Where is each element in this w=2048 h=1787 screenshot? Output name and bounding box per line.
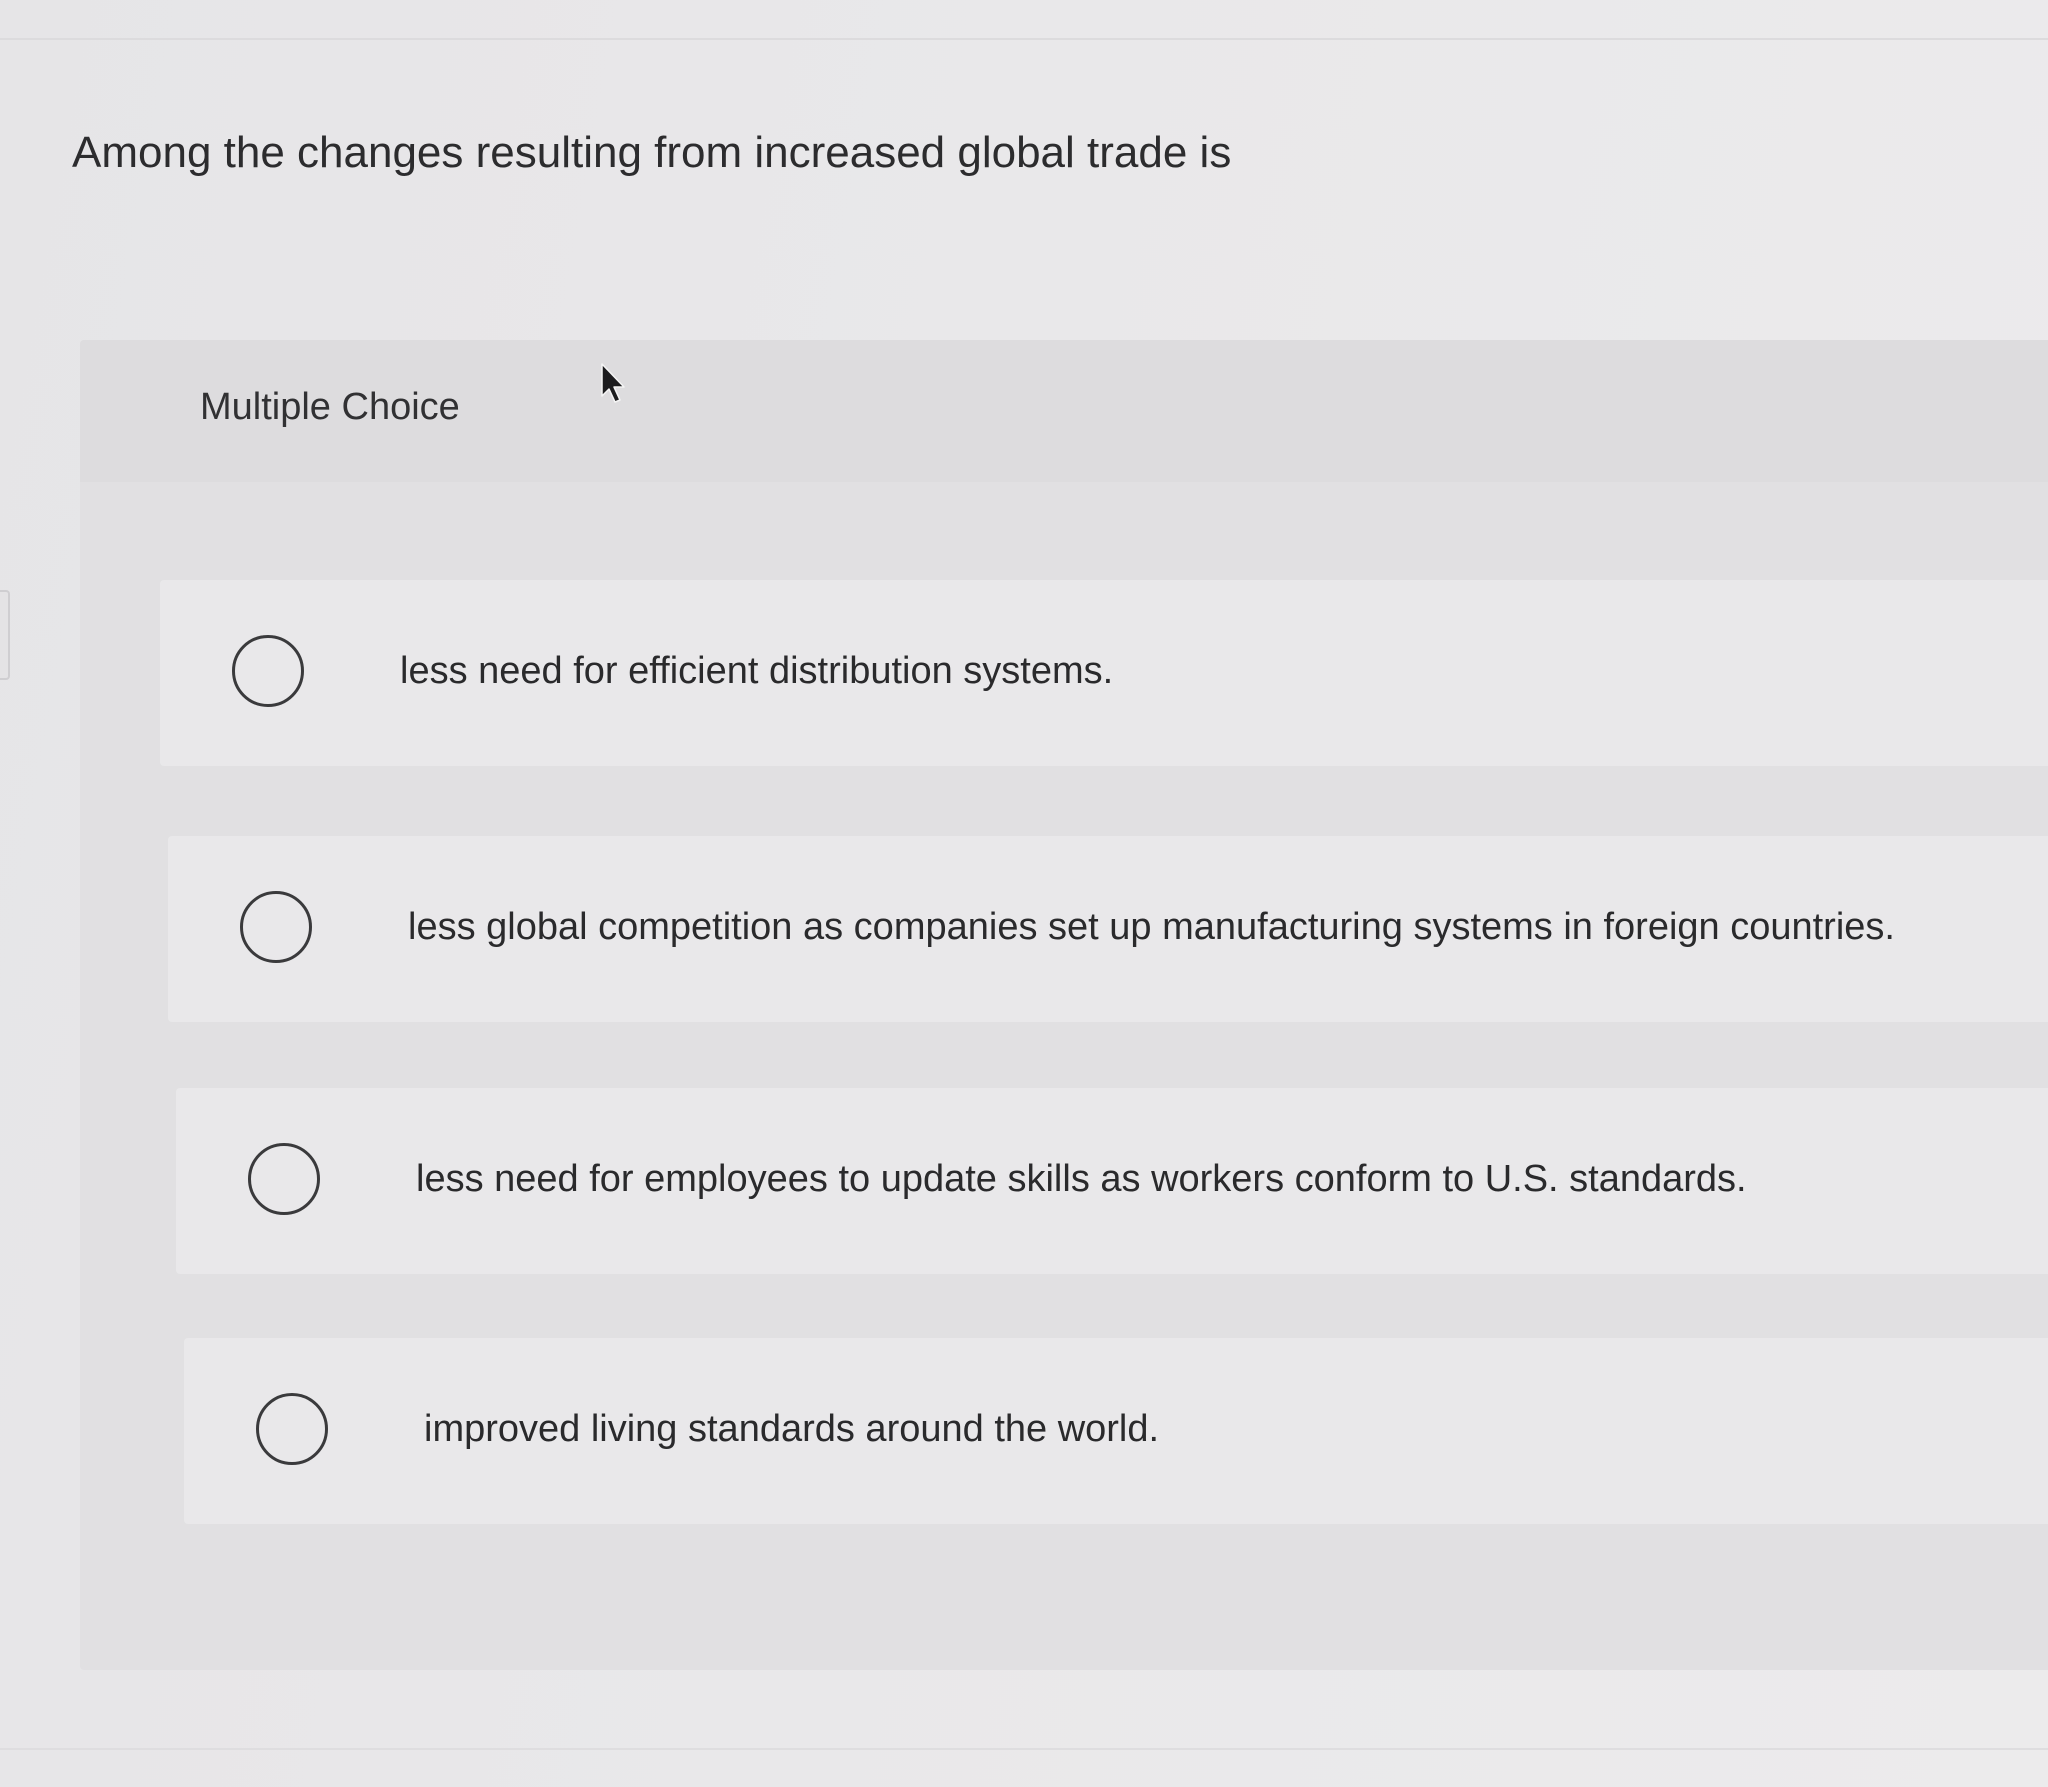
answer-option-label: less need for employees to update skills… [416, 1158, 1747, 1200]
answer-option-1[interactable]: less need for efficient distribution sys… [160, 580, 2048, 766]
side-handle[interactable] [0, 590, 10, 680]
radio-button-icon[interactable] [248, 1143, 320, 1215]
multiple-choice-header: Multiple Choice [80, 340, 2048, 482]
answer-option-label: less global competition as companies set… [408, 906, 1895, 948]
radio-button-icon[interactable] [256, 1393, 328, 1465]
radio-button-icon[interactable] [240, 891, 312, 963]
top-divider [0, 38, 2048, 40]
bottom-divider [0, 1748, 2048, 1750]
multiple-choice-panel: Multiple Choice less need for efficient … [80, 340, 2048, 1670]
question-type-label: Multiple Choice [200, 386, 460, 428]
answer-option-label: less need for efficient distribution sys… [400, 650, 1114, 692]
answer-option-4[interactable]: improved living standards around the wor… [184, 1338, 2048, 1524]
answer-option-3[interactable]: less need for employees to update skills… [176, 1088, 2048, 1274]
radio-button-icon[interactable] [232, 635, 304, 707]
answer-option-2[interactable]: less global competition as companies set… [168, 836, 2048, 1022]
answer-option-label: improved living standards around the wor… [424, 1408, 1160, 1450]
question-prompt: Among the changes resulting from increas… [72, 128, 1232, 177]
mouse-pointer-icon [601, 363, 625, 403]
